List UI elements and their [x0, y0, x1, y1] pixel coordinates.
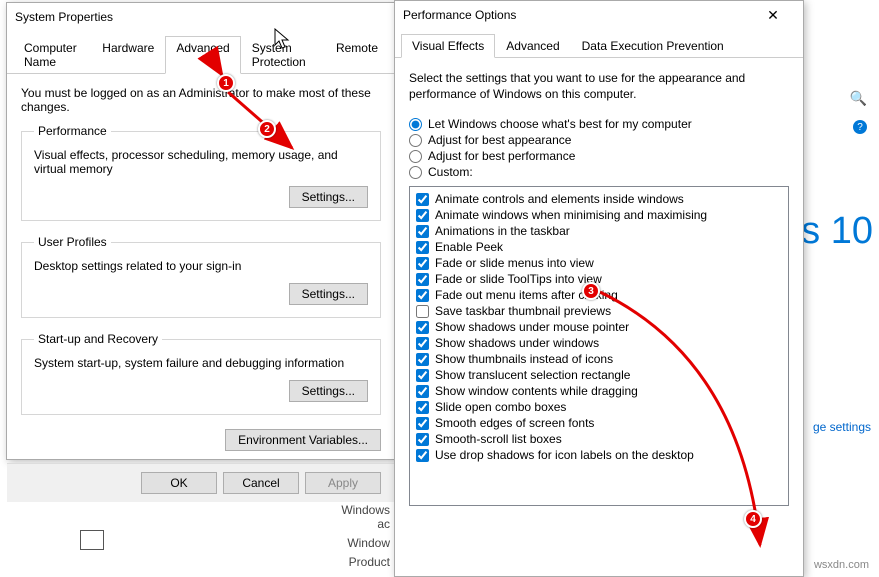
- check-option-10[interactable]: Show thumbnails instead of icons: [416, 351, 782, 367]
- window-title: System Properties: [15, 10, 387, 24]
- check-option-15[interactable]: Smooth-scroll list boxes: [416, 431, 782, 447]
- check-option-3[interactable]: Enable Peek: [416, 239, 782, 255]
- titlebar: System Properties: [7, 3, 395, 31]
- checkbox-input[interactable]: [416, 289, 429, 302]
- radio-option-3[interactable]: Custom:: [409, 164, 789, 180]
- startup-group: Start-up and Recovery System start-up, s…: [21, 332, 381, 415]
- check-option-14[interactable]: Smooth edges of screen fonts: [416, 415, 782, 431]
- checkbox-input[interactable]: [416, 353, 429, 366]
- tab-dep[interactable]: Data Execution Prevention: [571, 34, 735, 58]
- tab-system-protection[interactable]: System Protection: [241, 36, 325, 74]
- user-profiles-group: User Profiles Desktop settings related t…: [21, 235, 381, 318]
- checkbox-input[interactable]: [416, 225, 429, 238]
- windows-10-text: s 10: [801, 210, 873, 253]
- cancel-button[interactable]: Cancel: [223, 472, 299, 494]
- check-option-11[interactable]: Show translucent selection rectangle: [416, 367, 782, 383]
- watermark: wsxdn.com: [814, 559, 869, 571]
- performance-desc: Visual effects, processor scheduling, me…: [34, 148, 368, 176]
- help-icon: ?: [853, 120, 867, 134]
- performance-settings-button[interactable]: Settings...: [289, 186, 368, 208]
- performance-group: Performance Visual effects, processor sc…: [21, 124, 381, 221]
- tab-remote[interactable]: Remote: [325, 36, 389, 74]
- checkbox-input[interactable]: [416, 417, 429, 430]
- ok-button[interactable]: OK: [141, 472, 217, 494]
- tab-computer-name[interactable]: Computer Name: [13, 36, 91, 74]
- check-option-0[interactable]: Animate controls and elements inside win…: [416, 191, 782, 207]
- checkbox-input[interactable]: [416, 385, 429, 398]
- tab-visual-effects[interactable]: Visual Effects: [401, 34, 495, 58]
- tab-advanced[interactable]: Advanced: [165, 36, 240, 74]
- user-profiles-desc: Desktop settings related to your sign-in: [34, 259, 368, 273]
- checkbox-input[interactable]: [416, 337, 429, 350]
- checkbox-input[interactable]: [416, 305, 429, 318]
- radio-group: Let Windows choose what's best for my co…: [409, 116, 789, 180]
- check-option-1[interactable]: Animate windows when minimising and maxi…: [416, 207, 782, 223]
- startup-legend: Start-up and Recovery: [34, 332, 162, 346]
- checkbox-input[interactable]: [416, 193, 429, 206]
- checkbox-input[interactable]: [416, 241, 429, 254]
- user-profiles-legend: User Profiles: [34, 235, 111, 249]
- checkbox-input[interactable]: [416, 449, 429, 462]
- bg-icon-2: [80, 530, 104, 550]
- startup-desc: System start-up, system failure and debu…: [34, 356, 368, 370]
- check-option-7[interactable]: Save taskbar thumbnail previews: [416, 303, 782, 319]
- check-option-6[interactable]: Fade out menu items after clicking: [416, 287, 782, 303]
- radio-input[interactable]: [409, 134, 422, 147]
- check-option-13[interactable]: Slide open combo boxes: [416, 399, 782, 415]
- tabstrip: Computer Name Hardware Advanced System P…: [7, 35, 395, 74]
- radio-input[interactable]: [409, 166, 422, 179]
- tab-advanced[interactable]: Advanced: [495, 34, 570, 58]
- performance-legend: Performance: [34, 124, 111, 138]
- titlebar: Performance Options ✕: [395, 1, 803, 29]
- radio-option-2[interactable]: Adjust for best performance: [409, 148, 789, 164]
- checkbox-input[interactable]: [416, 433, 429, 446]
- window-title: Performance Options: [403, 8, 751, 22]
- check-option-9[interactable]: Show shadows under windows: [416, 335, 782, 351]
- check-option-2[interactable]: Animations in the taskbar: [416, 223, 782, 239]
- checkbox-input[interactable]: [416, 209, 429, 222]
- checkbox-input[interactable]: [416, 257, 429, 270]
- radio-input[interactable]: [409, 150, 422, 163]
- tabstrip: Visual Effects Advanced Data Execution P…: [395, 33, 803, 58]
- apply-button[interactable]: Apply: [305, 472, 381, 494]
- performance-options-dialog: Performance Options ✕ Visual Effects Adv…: [394, 0, 804, 577]
- check-option-16[interactable]: Use drop shadows for icon labels on the …: [416, 447, 782, 463]
- search-icon: 🔍: [850, 90, 867, 107]
- check-option-12[interactable]: Show window contents while dragging: [416, 383, 782, 399]
- visual-effects-checklist[interactable]: Animate controls and elements inside win…: [409, 186, 789, 506]
- radio-option-0[interactable]: Let Windows choose what's best for my co…: [409, 116, 789, 132]
- tab-hardware[interactable]: Hardware: [91, 36, 165, 74]
- check-option-8[interactable]: Show shadows under mouse pointer: [416, 319, 782, 335]
- check-option-4[interactable]: Fade or slide menus into view: [416, 255, 782, 271]
- checkbox-input[interactable]: [416, 321, 429, 334]
- admin-note: You must be logged on as an Administrato…: [21, 86, 381, 114]
- startup-settings-button[interactable]: Settings...: [289, 380, 368, 402]
- close-button[interactable]: ✕: [751, 1, 795, 29]
- check-option-5[interactable]: Fade or slide ToolTips into view: [416, 271, 782, 287]
- intro-text: Select the settings that you want to use…: [409, 70, 789, 102]
- checkbox-input[interactable]: [416, 273, 429, 286]
- radio-option-1[interactable]: Adjust for best appearance: [409, 132, 789, 148]
- radio-input[interactable]: [409, 118, 422, 131]
- system-properties-dialog: System Properties Computer Name Hardware…: [6, 2, 396, 460]
- user-profiles-settings-button[interactable]: Settings...: [289, 283, 368, 305]
- checkbox-input[interactable]: [416, 369, 429, 382]
- checkbox-input[interactable]: [416, 401, 429, 414]
- environment-variables-button[interactable]: Environment Variables...: [225, 429, 381, 451]
- change-settings-link[interactable]: ge settings: [813, 420, 871, 434]
